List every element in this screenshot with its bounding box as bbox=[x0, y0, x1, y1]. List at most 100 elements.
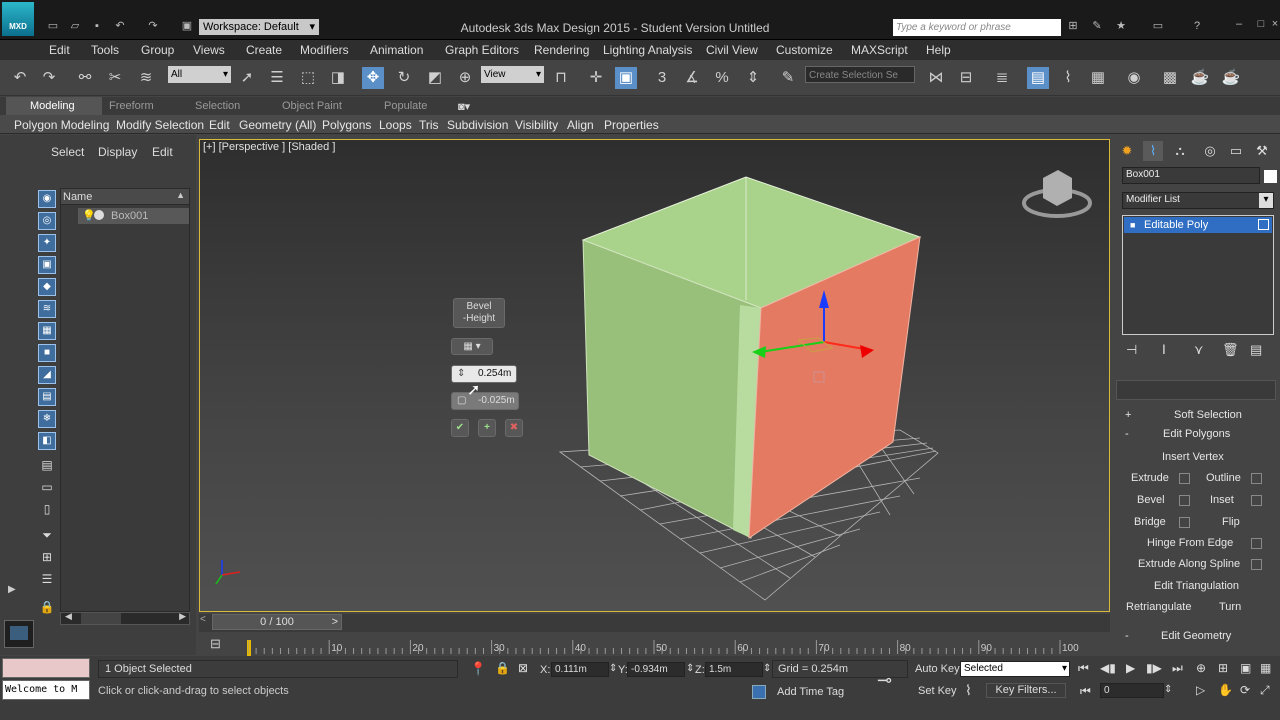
auto-key-button[interactable]: Auto Key bbox=[915, 663, 960, 675]
save-file-icon[interactable]: ▪ bbox=[90, 20, 104, 32]
display-none-icon[interactable]: ▭ bbox=[38, 478, 56, 496]
isolate-selection-icon[interactable]: 📍 bbox=[470, 661, 486, 677]
select-and-scale-icon[interactable]: ◩ bbox=[424, 67, 446, 89]
x-coordinate-field[interactable]: 0.111m bbox=[551, 662, 609, 677]
align-icon[interactable]: ⊟ bbox=[955, 67, 977, 89]
angle-snap-icon[interactable]: ∡ bbox=[681, 67, 703, 89]
menu-customize[interactable]: Customize bbox=[776, 43, 833, 57]
schematic-view-icon[interactable]: ▦ bbox=[1087, 67, 1109, 89]
project-folder-icon[interactable]: ▣ bbox=[180, 20, 194, 32]
curve-editor-icon[interactable]: ⌇ bbox=[1057, 67, 1079, 89]
absolute-mode-icon[interactable]: ⊠ bbox=[518, 661, 528, 675]
scroll-left-icon[interactable]: ◀ bbox=[65, 611, 72, 622]
lock-icon[interactable]: 🔒 bbox=[38, 598, 56, 616]
filter-frozen-icon[interactable]: ❄ bbox=[38, 410, 56, 428]
rectangle-selection-icon[interactable]: ⬚ bbox=[297, 67, 319, 89]
zoom-all-icon[interactable]: ⊞ bbox=[1218, 661, 1228, 675]
scroll-thumb[interactable] bbox=[81, 613, 121, 624]
reference-coordinate-dropdown[interactable]: View ▾ bbox=[481, 66, 544, 83]
bridge-button[interactable]: Bridge bbox=[1134, 516, 1166, 528]
flip-button[interactable]: Flip bbox=[1222, 516, 1240, 528]
time-next-icon[interactable]: > bbox=[332, 615, 338, 629]
invert-display-icon[interactable]: ▯ bbox=[38, 500, 56, 518]
workspace-dropdown[interactable]: Workspace: Default ▾ bbox=[199, 19, 319, 35]
favorites-icon[interactable]: ★ bbox=[1114, 20, 1128, 32]
new-file-icon[interactable]: ▭ bbox=[46, 20, 60, 32]
outline-spinner[interactable]: ▢ -0.025m bbox=[451, 392, 519, 410]
object-color-swatch[interactable] bbox=[1264, 170, 1277, 183]
turn-button[interactable]: Turn bbox=[1219, 601, 1241, 613]
menu-group[interactable]: Group bbox=[141, 43, 174, 57]
height-spinner[interactable]: ⇕ 0.254m bbox=[451, 365, 517, 383]
maxscript-output[interactable]: Welcome to M bbox=[2, 680, 90, 700]
menu-modifiers[interactable]: Modifiers bbox=[300, 43, 349, 57]
configure-modifier-sets-icon[interactable]: ▤ bbox=[1250, 342, 1262, 358]
explorer-tab-edit[interactable]: Edit bbox=[152, 145, 173, 159]
cancel-button[interactable]: ✖ bbox=[505, 419, 523, 437]
outline-button[interactable]: Outline bbox=[1206, 472, 1241, 484]
filter-funnel-icon[interactable]: ⏷ bbox=[38, 526, 56, 544]
redo-icon[interactable]: ↷ bbox=[38, 67, 60, 89]
filter-groups-icon[interactable]: ▦ bbox=[38, 322, 56, 340]
inset-settings-icon[interactable] bbox=[1251, 495, 1262, 506]
sign-in-icon[interactable]: ▭ bbox=[1145, 20, 1171, 32]
render-production-icon[interactable]: ☕ bbox=[1220, 67, 1242, 89]
bevel-button[interactable]: Bevel bbox=[1137, 494, 1165, 506]
rollout-edit-geometry[interactable]: - Edit Geometry bbox=[1120, 627, 1274, 645]
explorer-tab-select[interactable]: Select bbox=[51, 145, 84, 159]
show-end-result-icon[interactable]: Ⅰ bbox=[1162, 342, 1166, 358]
hinge-from-edge-button[interactable]: Hinge From Edge bbox=[1147, 537, 1233, 549]
create-tab-icon[interactable]: ✹ bbox=[1117, 141, 1137, 161]
y-spinner-icon[interactable]: ⇕ bbox=[686, 663, 694, 674]
y-coordinate-field[interactable]: -0.934m bbox=[627, 662, 685, 677]
filter-shapes-icon[interactable]: ◎ bbox=[38, 212, 56, 230]
zoom-icon[interactable]: ⊕ bbox=[1196, 661, 1206, 675]
stack-item-toggle[interactable] bbox=[1258, 219, 1269, 230]
manipulate-icon[interactable]: ✛ bbox=[585, 67, 607, 89]
select-and-rotate-icon[interactable]: ↻ bbox=[393, 67, 415, 89]
rollout-soft-selection[interactable]: + Soft Selection bbox=[1120, 406, 1274, 424]
undo-icon[interactable]: ↶ bbox=[113, 20, 127, 32]
undo-icon[interactable]: ↶ bbox=[9, 67, 31, 89]
x-spinner-icon[interactable]: ⇕ bbox=[609, 663, 617, 674]
ribbon-options-icon[interactable]: ◙▾ bbox=[458, 100, 470, 113]
menu-lighting-analysis[interactable]: Lighting Analysis bbox=[603, 43, 692, 57]
menu-graph-editors[interactable]: Graph Editors bbox=[445, 43, 519, 57]
zoom-extents-all-icon[interactable]: ▦ bbox=[1260, 661, 1271, 675]
spinner-snap-icon[interactable]: ⇕ bbox=[742, 67, 764, 89]
explorer-tab-display[interactable]: Display bbox=[98, 145, 137, 159]
graphite-toolbar-icon[interactable]: ▤ bbox=[1027, 67, 1049, 89]
key-mode-dropdown[interactable]: Selected ▾ bbox=[960, 661, 1070, 677]
name-column-header[interactable]: Name ▲ bbox=[61, 189, 189, 205]
edit-named-selection-icon[interactable]: ✎ bbox=[777, 67, 799, 89]
add-time-tag-icon[interactable] bbox=[752, 685, 766, 699]
menu-create[interactable]: Create bbox=[246, 43, 282, 57]
previous-frame-icon[interactable]: ◀▮ bbox=[1100, 661, 1116, 675]
named-selection-set-dropdown[interactable]: Create Selection Se bbox=[805, 66, 915, 83]
display-all-icon[interactable]: ▤ bbox=[38, 456, 56, 474]
viewcube-widget[interactable] bbox=[1022, 167, 1092, 223]
display-tab-icon[interactable]: ▭ bbox=[1226, 141, 1246, 161]
rendered-frame-window-icon[interactable]: ☕ bbox=[1189, 67, 1211, 89]
go-to-end-icon[interactable]: ⏭ bbox=[1172, 661, 1183, 676]
ribbon-polygons[interactable]: Polygons bbox=[322, 118, 371, 132]
utilities-tab-icon[interactable]: ⚒ bbox=[1252, 141, 1272, 161]
ok-button[interactable]: ✔ bbox=[451, 419, 469, 437]
snaps-toggle-icon[interactable]: 3 bbox=[651, 67, 673, 89]
make-unique-icon[interactable]: ⋎ bbox=[1194, 342, 1204, 358]
maximize-icon[interactable]: □ bbox=[1254, 18, 1268, 30]
menu-rendering[interactable]: Rendering bbox=[534, 43, 589, 57]
open-file-icon[interactable]: ▱ bbox=[68, 20, 82, 32]
object-name-field[interactable]: Box001 bbox=[1122, 167, 1260, 184]
maxscript-listener-input[interactable] bbox=[2, 658, 90, 678]
field-of-view-icon[interactable]: ▷ bbox=[1196, 683, 1205, 697]
pin-stack-icon[interactable]: ⊣ bbox=[1126, 342, 1137, 358]
filter-xrefs-icon[interactable]: ■ bbox=[38, 344, 56, 362]
go-to-start-icon[interactable]: ⏮ bbox=[1078, 661, 1089, 676]
tab-populate[interactable]: Populate bbox=[384, 100, 427, 112]
extrude-button[interactable]: Extrude bbox=[1131, 472, 1169, 484]
expand-arrow-icon[interactable]: ▶ bbox=[8, 584, 16, 595]
menu-tools[interactable]: Tools bbox=[91, 43, 119, 57]
menu-civil-view[interactable]: Civil View bbox=[706, 43, 758, 57]
play-icon[interactable]: ▶ bbox=[1126, 661, 1135, 675]
